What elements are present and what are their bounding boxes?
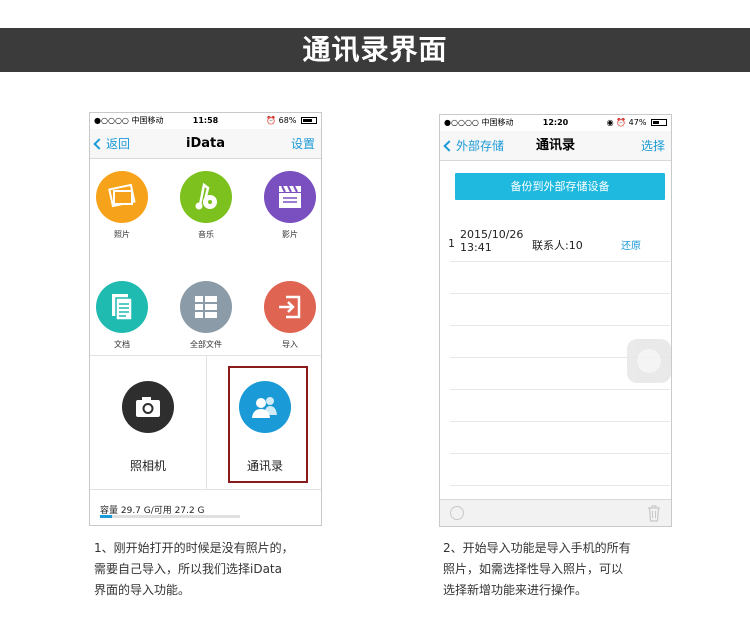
- all-files-icon: [180, 281, 232, 333]
- grid-label: 导入: [282, 340, 298, 349]
- record-time: 13:41: [460, 241, 492, 254]
- camera-button[interactable]: 照相机: [90, 381, 206, 474]
- divider: [450, 453, 670, 454]
- back-label: 返回: [106, 137, 131, 151]
- assistive-touch-button[interactable]: [627, 339, 671, 383]
- storage-bar-fill: [100, 515, 112, 518]
- grid-label: 音乐: [198, 230, 214, 239]
- caption-line: 2、开始导入功能是导入手机的所有: [443, 541, 631, 555]
- alarm-icon: ⏰: [266, 116, 277, 125]
- alarm-icon: ⏰: [616, 118, 627, 127]
- battery-icon: [301, 117, 317, 124]
- divider: [450, 261, 670, 262]
- nav-bar: 外部存储 通讯录 选择: [440, 131, 671, 161]
- grid-label: 影片: [282, 230, 298, 239]
- music-icon: [180, 171, 232, 223]
- status-bar: ●○○○○ 中国移动 12:20 ◉ ⏰ 47%: [440, 115, 671, 131]
- bottom-toolbar: [440, 499, 671, 526]
- film-icon: [264, 171, 316, 223]
- grid-item-all-files[interactable]: 全部文件: [171, 281, 241, 350]
- record-date: 2015/10/26: [460, 228, 524, 241]
- battery-percent: 47%: [628, 118, 647, 127]
- caption-line: 选择新增功能来进行操作。: [443, 583, 588, 597]
- caption-line: 界面的导入功能。: [94, 583, 191, 597]
- grid-item-music[interactable]: 音乐: [171, 171, 241, 240]
- grid-label: 文档: [114, 340, 130, 349]
- back-label: 外部存储: [456, 139, 505, 153]
- chevron-left-icon: [443, 140, 455, 152]
- phone-screen-idata: ●○○○○ 中国移动 11:58 ⏰ 68% 返回 iData 设置 照片 音乐…: [89, 112, 322, 526]
- grid-label: 全部文件: [190, 340, 222, 349]
- grid-label: 照片: [114, 230, 130, 239]
- status-bar: ●○○○○ 中国移动 11:58 ⏰ 68%: [90, 113, 321, 129]
- select-button[interactable]: 选择: [641, 131, 665, 161]
- record-contacts: 联系人:10: [532, 239, 583, 252]
- import-icon: [264, 281, 316, 333]
- record-datetime: 2015/10/26 13:41: [460, 228, 530, 254]
- assistive-touch-icon: [637, 349, 661, 373]
- battery-indicator: ◉ ⏰ 47%: [607, 115, 667, 131]
- back-button[interactable]: 外部存储: [443, 131, 505, 161]
- back-button[interactable]: 返回: [93, 129, 131, 159]
- grid-item-films[interactable]: 影片: [255, 171, 321, 240]
- settings-button[interactable]: 设置: [291, 129, 315, 159]
- record-index: 1: [448, 237, 455, 250]
- document-icon: [96, 281, 148, 333]
- grid-item-documents[interactable]: 文档: [90, 281, 157, 350]
- battery-percent: 68%: [278, 116, 297, 125]
- trash-icon[interactable]: [647, 505, 661, 522]
- caption-line: 照片，如需选择性导入照片，可以: [443, 562, 624, 576]
- divider: [450, 421, 670, 422]
- highlight-frame: [228, 366, 308, 483]
- page-banner: 通讯录界面: [0, 28, 750, 72]
- divider: [450, 389, 670, 390]
- divider: [450, 485, 670, 486]
- photo-icon: [96, 171, 148, 223]
- battery-indicator: ⏰ 68%: [266, 113, 317, 129]
- backup-button[interactable]: 备份到外部存储设备: [455, 173, 665, 200]
- caption-line: 1、刚开始打开的时候是没有照片的，: [94, 541, 294, 555]
- divider: [450, 325, 670, 326]
- nav-bar: 返回 iData 设置: [90, 129, 321, 159]
- storage-bar: [100, 515, 240, 518]
- phone-screen-contacts: ●○○○○ 中国移动 12:20 ◉ ⏰ 47% 外部存储 通讯录 选择 备份到…: [439, 114, 672, 527]
- battery-icon: [651, 119, 667, 126]
- grid-item-import[interactable]: 导入: [255, 281, 321, 350]
- camera-icon: [122, 381, 174, 433]
- caption-right: 2、开始导入功能是导入手机的所有 照片，如需选择性导入照片，可以 选择新增功能来…: [443, 538, 703, 601]
- grid-item-photos[interactable]: 照片: [90, 171, 157, 240]
- divider: [450, 293, 670, 294]
- caption-left: 1、刚开始打开的时候是没有照片的， 需要自己导入，所以我们选择iData 界面的…: [94, 538, 354, 601]
- banner-title: 通讯录界面: [302, 33, 448, 66]
- select-all-icon[interactable]: [450, 506, 464, 520]
- chevron-left-icon: [93, 138, 105, 150]
- list-item[interactable]: 1 2015/10/26 13:41 联系人:10 还原: [440, 225, 671, 261]
- lock-rotation-icon: ◉: [606, 118, 614, 127]
- camera-label: 照相机: [129, 459, 166, 473]
- restore-button[interactable]: 还原: [621, 237, 641, 252]
- caption-line: 需要自己导入，所以我们选择iData: [94, 562, 282, 576]
- divider: [90, 489, 321, 490]
